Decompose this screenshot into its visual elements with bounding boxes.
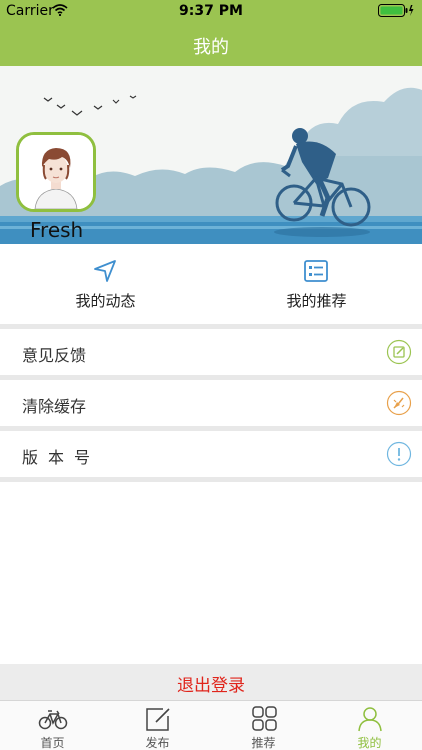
tab-label: 我的 [357, 736, 382, 750]
bicycle-icon [38, 710, 68, 730]
logout-label: 退出登录 [177, 676, 245, 696]
tab-recommend[interactable]: 推荐 [211, 701, 316, 750]
section-divider [0, 477, 422, 482]
menu-item-label: 版本号 [22, 448, 101, 467]
menu-item-version[interactable]: 版本号 [0, 431, 422, 477]
logout-button[interactable]: 退出登录 [0, 664, 422, 700]
list-card-icon [304, 260, 328, 282]
navigation-arrow-icon [94, 260, 116, 282]
broom-icon [386, 390, 412, 416]
my-activity-label: 我的动态 [75, 292, 136, 310]
tab-home[interactable]: 首页 [0, 701, 105, 750]
menu-item-label: 意见反馈 [22, 346, 87, 365]
clock-time: 9:37 PM [179, 3, 243, 19]
my-activity-button[interactable]: 我的动态 [0, 244, 211, 324]
menu-item-feedback[interactable]: 意见反馈 [0, 329, 422, 375]
tab-bar: 首页 发布 推荐 我的 [0, 700, 422, 750]
navigation-bar: 我的 [0, 22, 422, 66]
username-label: Fresh [30, 218, 84, 242]
compose-icon [146, 708, 170, 731]
tab-profile[interactable]: 我的 [317, 701, 422, 750]
quick-actions: 我的动态 我的推荐 [0, 244, 422, 324]
person-icon [358, 707, 382, 732]
info-icon [386, 441, 412, 467]
tab-label: 发布 [145, 736, 170, 750]
avatar[interactable] [16, 132, 96, 212]
my-recommendations-button[interactable]: 我的推荐 [211, 244, 422, 324]
menu-item-clear-cache[interactable]: 清除缓存 [0, 380, 422, 426]
battery-icon [378, 4, 414, 21]
tab-publish[interactable]: 发布 [105, 701, 210, 750]
grid-icon [252, 706, 277, 731]
status-bar: Carrier 9:37 PM [0, 0, 422, 22]
tab-label: 推荐 [251, 736, 276, 750]
page-title: 我的 [193, 37, 229, 58]
edit-icon [386, 339, 412, 365]
menu-item-label: 清除缓存 [22, 397, 87, 416]
tab-label: 首页 [40, 736, 65, 750]
my-recommendations-label: 我的推荐 [286, 292, 347, 310]
avatar-portrait [19, 135, 93, 209]
